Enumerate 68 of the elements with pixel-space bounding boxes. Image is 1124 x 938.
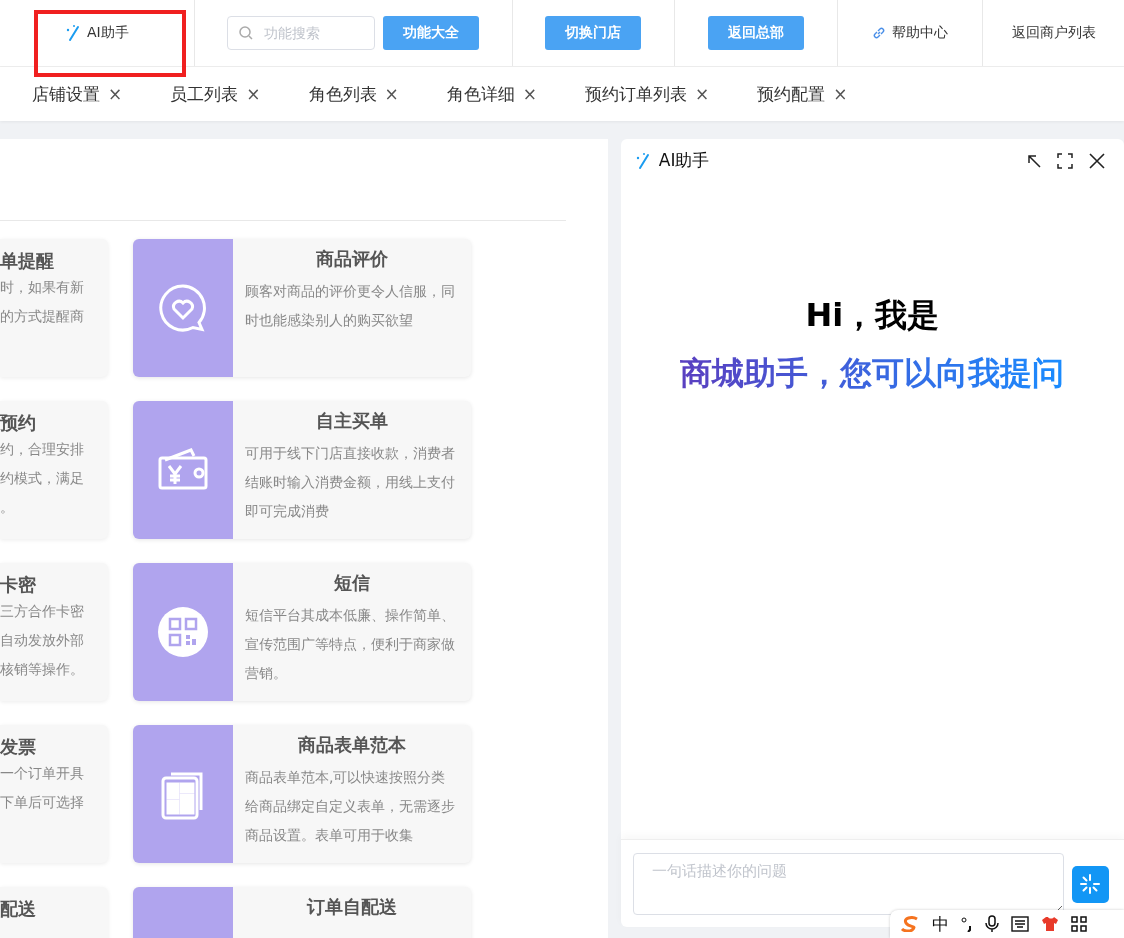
page-tab[interactable]: 店铺设置 × [32, 82, 123, 106]
keyboard-icon[interactable] [1011, 916, 1029, 932]
card-description: 一个订单开具 [0, 764, 85, 783]
page-tab[interactable]: 预约配置 × [757, 82, 848, 106]
card-title: 短信 [333, 571, 371, 595]
card-title: 配送 [0, 897, 37, 921]
close-icon [1088, 151, 1106, 170]
card-title: 商品评价 [315, 247, 389, 271]
close-icon[interactable]: × [695, 84, 710, 104]
card-description: 三方合作卡密 [0, 602, 85, 621]
page-tab[interactable]: 员工列表 × [170, 82, 261, 106]
card-description: 的方式提醒商 [0, 307, 85, 326]
greeting-text: Hi，我是 [804, 295, 941, 336]
feature-card[interactable]: 单提醒 时，如果有新 的方式提醒商 [0, 239, 108, 377]
card-description: 下单后可选择 [0, 793, 85, 812]
panel-title: AI助手 [658, 149, 711, 172]
feature-card[interactable]: 预约 约，合理安排 约模式，满足 。 [0, 401, 108, 539]
sparkle-icon [1079, 873, 1102, 895]
qr-code-icon [157, 606, 209, 658]
close-icon[interactable]: × [384, 84, 399, 104]
feature-card[interactable]: 配送 [0, 887, 108, 938]
card-title: 卡密 [0, 573, 37, 597]
feature-card[interactable]: 商品评价 顾客对商品的评价更令人信服，同时也能感染别人的购买欲望 [133, 239, 471, 377]
close-icon[interactable]: × [246, 84, 261, 104]
card-description: 可用于线下门店直接收款，消费者结账时输入消费金额，用线上支付即可完成消费 [245, 444, 456, 521]
close-icon[interactable]: × [522, 84, 537, 104]
card-description: 核销等操作。 [0, 660, 85, 679]
feature-card[interactable]: 自主买单 可用于线下门店直接收款，消费者结账时输入消费金额，用线上支付即可完成消费 [133, 401, 471, 539]
feature-card[interactable]: 短信 短信平台其成本低廉、操作简单、宣传范围广等特点，便利于商家做营销。 [133, 563, 471, 701]
card-description: 短信平台其成本低廉、操作简单、宣传范围广等特点，便利于商家做营销。 [245, 606, 456, 683]
card-description: 约模式，满足 [0, 469, 85, 488]
feature-card[interactable]: 商品表单范本 商品表单范本,可以快速按照分类给商品绑定自定义表单，无需逐步商品设置。表单可用于收集 [133, 725, 471, 863]
page-tab[interactable]: 角色详细 × [446, 82, 537, 106]
feature-card[interactable]: 发票 一个订单开具 下单后可选择 [0, 725, 108, 863]
help-center-link[interactable]: 帮助中心 [892, 24, 949, 42]
fullscreen-icon [1056, 151, 1074, 170]
chat-heart-icon [157, 282, 209, 334]
grid-icon[interactable] [1071, 916, 1087, 932]
punctuation-icon[interactable] [961, 916, 973, 932]
card-title: 订单自配送 [305, 895, 398, 919]
card-title: 商品表单范本 [297, 733, 407, 757]
card-title: 预约 [0, 411, 37, 435]
ai-assistant-button[interactable]: AI助手 [59, 23, 135, 43]
card-description: 。 [0, 498, 15, 517]
card-title: 发票 [0, 735, 37, 759]
close-icon[interactable]: × [108, 84, 123, 104]
page-tab[interactable]: 预约订单列表 × [585, 82, 710, 106]
card-description: 商品表单范本,可以快速按照分类给商品绑定自定义表单，无需逐步商品设置。表单可用于收集 [245, 768, 456, 845]
card-description: 时，如果有新 [0, 278, 85, 297]
send-button[interactable] [1071, 865, 1109, 903]
feature-card[interactable]: 卡密 三方合作卡密 自动发放外部 核销等操作。 [0, 563, 108, 701]
card-description: 自动发放外部 [0, 631, 85, 650]
input-mode-label[interactable]: 中 [932, 912, 949, 936]
card-description: 约，合理安排 [0, 440, 85, 459]
microphone-icon[interactable] [985, 915, 999, 933]
shirt-icon[interactable] [1041, 916, 1059, 932]
input-method-logo-icon [900, 916, 920, 932]
close-icon[interactable]: × [833, 84, 848, 104]
search-icon [238, 25, 255, 41]
merchant-list-link[interactable]: 返回商户列表 [1011, 24, 1096, 42]
link-icon [872, 26, 887, 40]
arrow-up-left-icon [1026, 152, 1042, 169]
card-title: 单提醒 [0, 249, 55, 273]
page-tab[interactable]: 角色列表 × [308, 82, 399, 106]
card-description: 顾客对商品的评价更令人信服，同时也能感染别人的购买欲望 [245, 282, 456, 330]
feature-card[interactable]: 订单自配送 [133, 887, 471, 938]
search-field[interactable]: 功能搜索 [227, 16, 376, 50]
card-title: 自主买单 [315, 409, 389, 433]
